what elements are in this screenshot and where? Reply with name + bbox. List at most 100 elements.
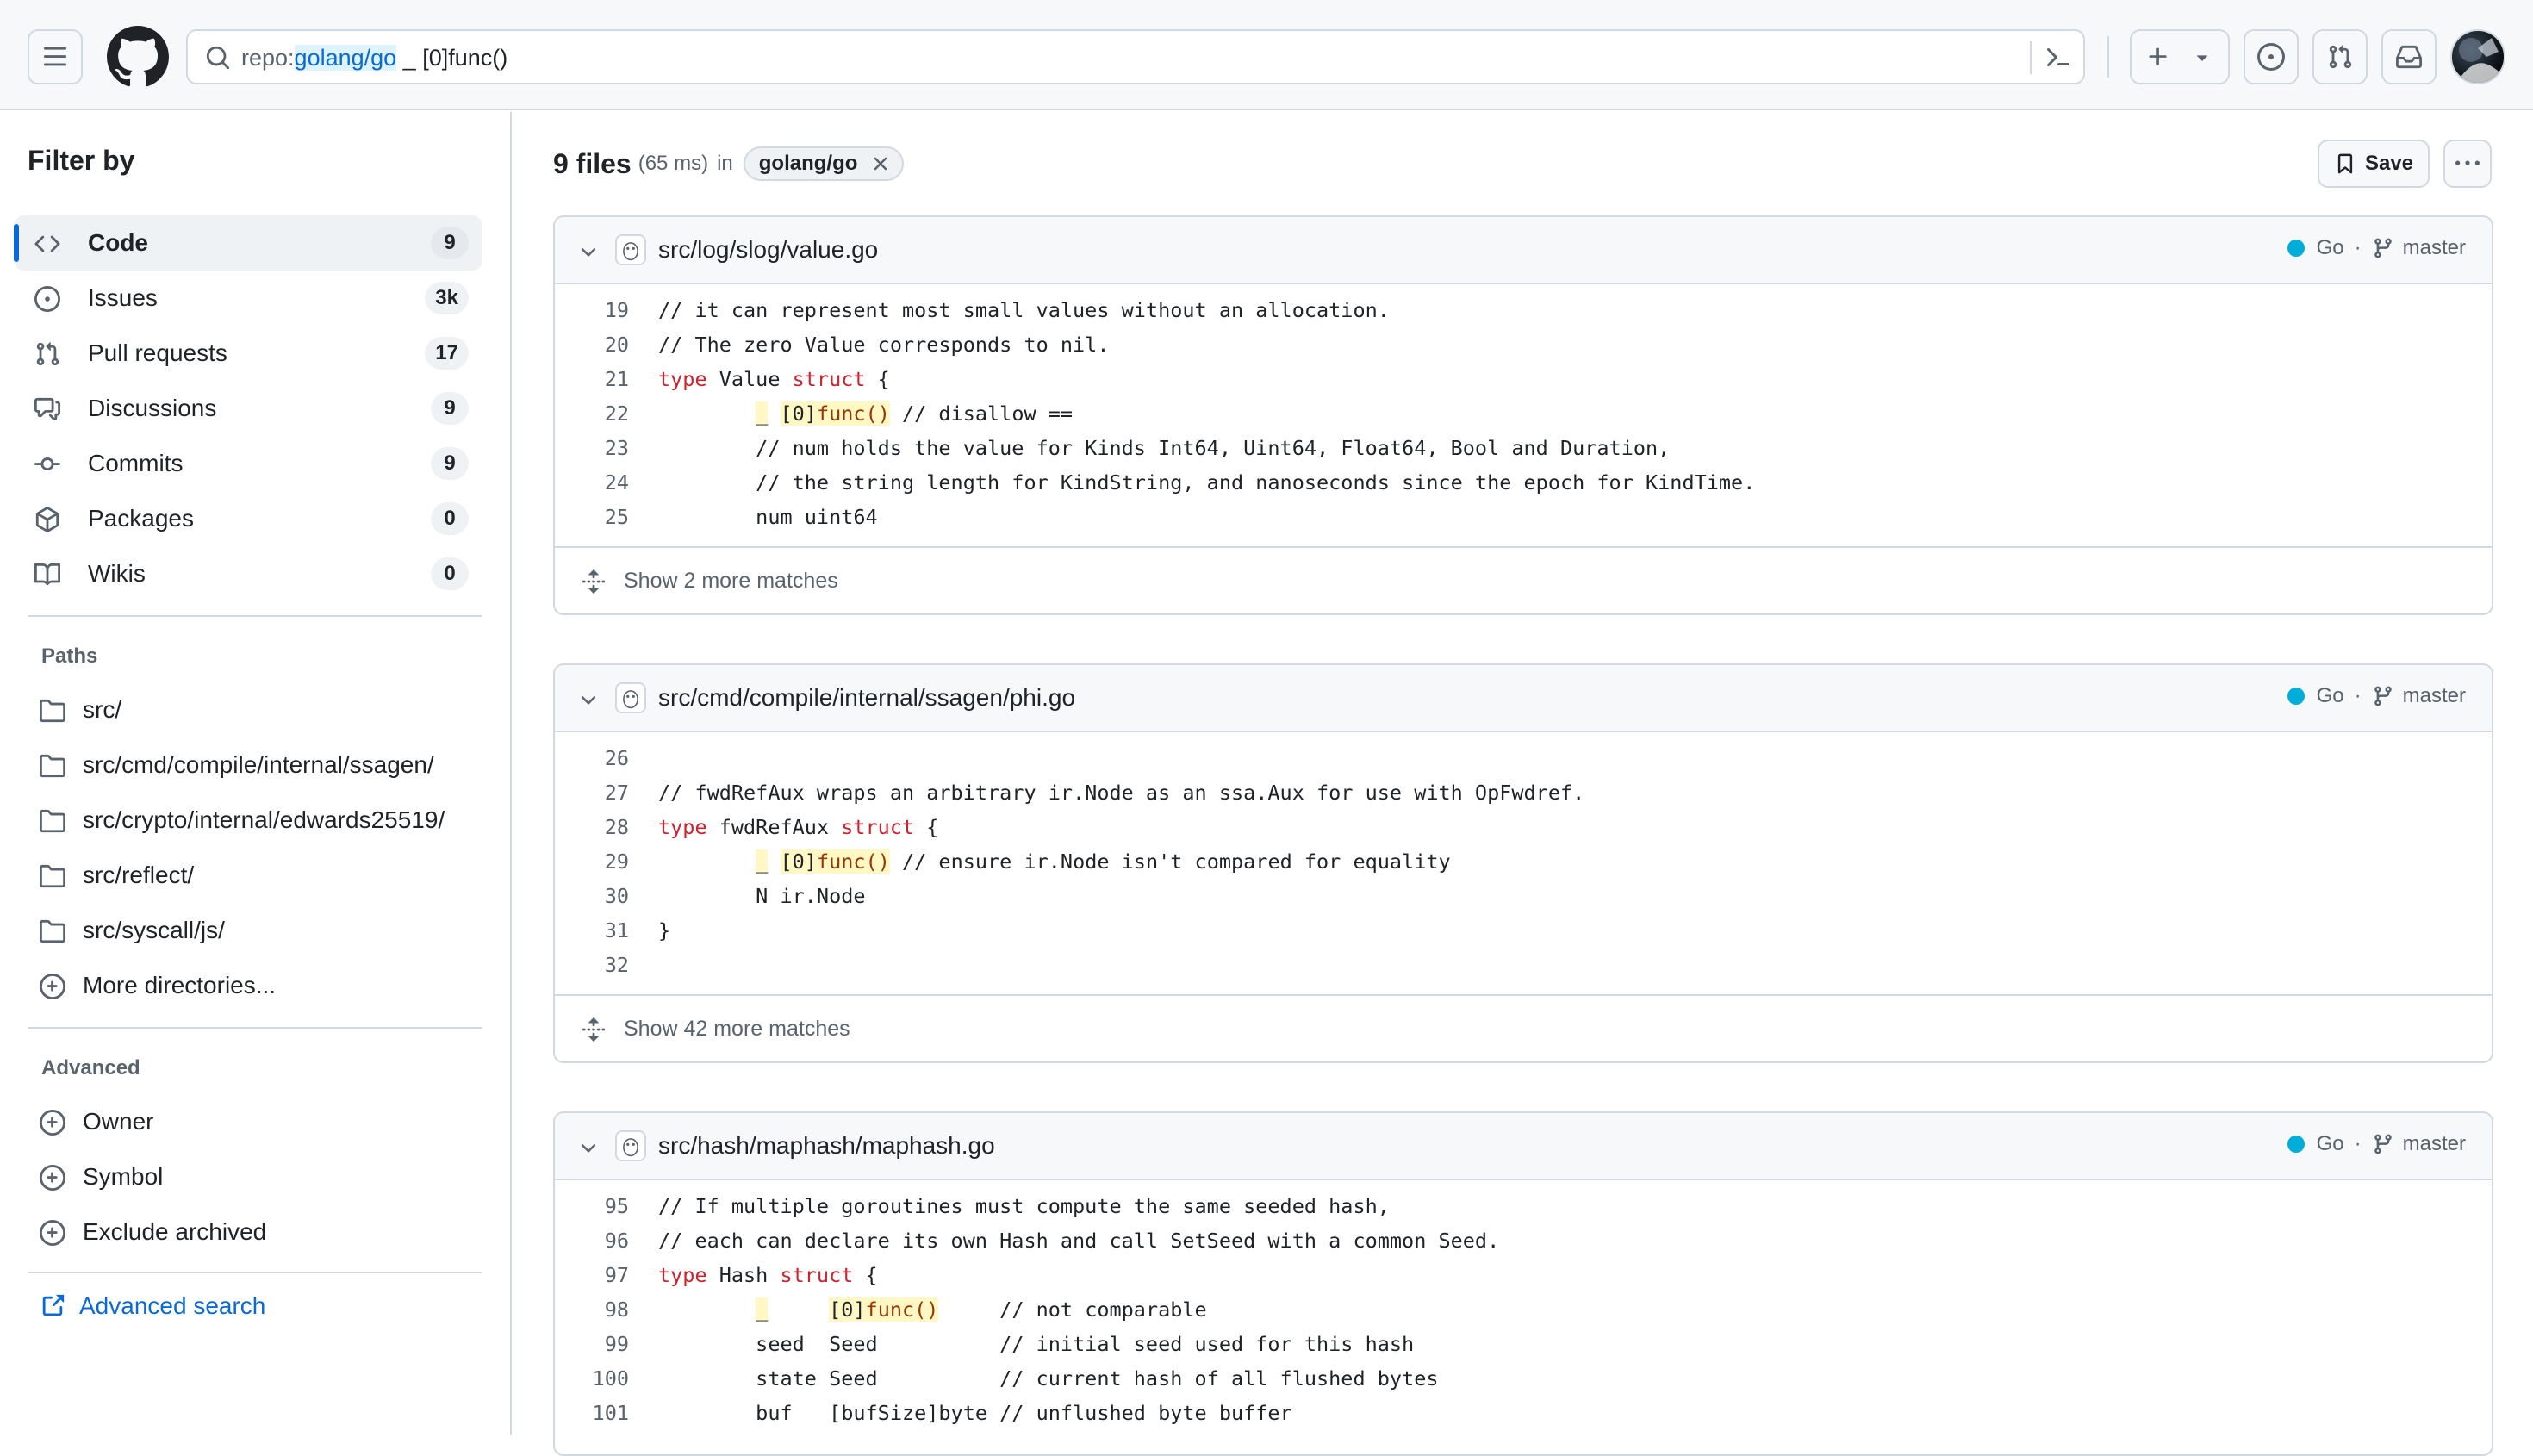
filter-item-issues[interactable]: Issues 3k xyxy=(14,271,482,326)
advanced-search-link[interactable]: Advanced search xyxy=(40,1292,265,1320)
more-options-button[interactable] xyxy=(2443,140,2492,188)
line-number[interactable]: 101 xyxy=(555,1396,629,1430)
search-query[interactable]: repo:golang/go _ [0]func() xyxy=(241,45,507,72)
filter-item-label: Commits xyxy=(88,450,184,476)
repo-filter-chip[interactable]: golang/go xyxy=(743,146,905,181)
advanced-exclude-archived[interactable]: Exclude archived xyxy=(28,1208,482,1256)
path-item[interactable]: src/syscall/js/ xyxy=(28,906,482,955)
line-code: state Seed // current hash of all flushe… xyxy=(658,1366,1439,1391)
filter-item-packages[interactable]: Packages 0 xyxy=(14,491,482,546)
branch-label[interactable]: master xyxy=(2403,684,2466,708)
line-number[interactable]: 23 xyxy=(555,431,629,465)
advanced-owner[interactable]: Owner xyxy=(28,1098,482,1146)
file-path-link[interactable]: src/log/slog/value.go xyxy=(658,236,878,264)
book-icon xyxy=(34,563,60,586)
create-new-button[interactable] xyxy=(2130,29,2230,84)
line-number[interactable]: 22 xyxy=(555,396,629,431)
git-pull-request-icon xyxy=(36,342,59,366)
line-number[interactable]: 99 xyxy=(555,1327,629,1361)
line-number[interactable]: 26 xyxy=(555,741,629,775)
file-path-link[interactable]: src/hash/maphash/maphash.go xyxy=(658,1132,995,1160)
filter-item-code[interactable]: Code 9 xyxy=(14,215,482,271)
results-count: 9 files xyxy=(553,147,632,179)
language-color-icon xyxy=(2287,240,2305,257)
inbox-button[interactable] xyxy=(2381,29,2437,84)
more-directories-button[interactable]: More directories... xyxy=(28,961,482,1010)
advanced-label: Exclude archived xyxy=(83,1218,267,1245)
repo-avatar-icon xyxy=(615,1130,646,1161)
code-snippet: 95 // If multiple goroutines must compute… xyxy=(555,1180,2492,1430)
avatar-image-icon xyxy=(2459,38,2504,83)
line-code: num uint64 xyxy=(658,505,878,529)
issue-opened-icon xyxy=(2257,43,2285,71)
filter-item-discussions[interactable]: Discussions 9 xyxy=(14,381,482,436)
filter-item-wikis[interactable]: Wikis 0 xyxy=(14,546,482,601)
search-terms: _ [0]func() xyxy=(396,45,508,71)
line-number[interactable]: 100 xyxy=(555,1361,629,1396)
filter-item-label: Issues xyxy=(88,284,158,311)
line-number[interactable]: 96 xyxy=(555,1223,629,1258)
results-summary: 9 files (65 ms) in golang/go xyxy=(553,146,905,181)
line-number[interactable]: 29 xyxy=(555,844,629,879)
hamburger-icon xyxy=(43,47,67,66)
pull-requests-button[interactable] xyxy=(2312,29,2368,84)
folder-icon xyxy=(40,809,65,833)
path-item[interactable]: src/crypto/internal/edwards25519/ xyxy=(28,796,482,844)
save-search-button[interactable]: Save xyxy=(2318,140,2430,188)
code-line: 24 // the string length for KindString, … xyxy=(555,465,2492,500)
language-label: Go xyxy=(2316,236,2344,259)
filter-item-pull-requests[interactable]: Pull requests 17 xyxy=(14,326,482,381)
line-number[interactable]: 20 xyxy=(555,327,629,362)
sidebar-divider xyxy=(28,1272,482,1273)
line-code: type fwdRefAux struct { xyxy=(658,815,939,839)
chevron-down-icon[interactable] xyxy=(577,1137,600,1160)
path-item[interactable]: src/ xyxy=(28,686,482,734)
show-more-matches-button[interactable]: Show 2 more matches xyxy=(555,546,2492,613)
line-number[interactable]: 25 xyxy=(555,500,629,534)
repo-filter-label: golang/go xyxy=(758,152,858,175)
search-input[interactable]: repo:golang/go _ [0]func() xyxy=(186,29,2085,84)
sidebar-divider xyxy=(28,615,482,617)
line-number[interactable]: 24 xyxy=(555,465,629,500)
branch-label[interactable]: master xyxy=(2403,1132,2466,1156)
path-item[interactable]: src/cmd/compile/internal/ssagen/ xyxy=(28,741,482,789)
line-number[interactable]: 30 xyxy=(555,879,629,913)
command-palette-icon[interactable] xyxy=(2044,43,2071,71)
search-icon xyxy=(206,46,230,70)
line-number[interactable]: 21 xyxy=(555,362,629,396)
line-number[interactable]: 32 xyxy=(555,948,629,982)
advanced-heading: Advanced xyxy=(41,1056,140,1080)
advanced-symbol[interactable]: Symbol xyxy=(28,1153,482,1201)
code-line: 20 // The zero Value corresponds to nil. xyxy=(555,327,2492,362)
line-number[interactable]: 31 xyxy=(555,913,629,948)
meta-separator: · xyxy=(2354,684,2362,707)
line-number[interactable]: 98 xyxy=(555,1292,629,1327)
filter-item-count: 0 xyxy=(431,502,469,535)
chevron-down-icon[interactable] xyxy=(577,241,600,264)
issues-button[interactable] xyxy=(2244,29,2299,84)
menu-button[interactable] xyxy=(28,29,83,84)
plus-circle-icon xyxy=(40,1165,65,1191)
line-number[interactable]: 27 xyxy=(555,775,629,810)
results-in: in xyxy=(717,152,733,175)
chevron-down-icon[interactable] xyxy=(577,689,600,712)
user-avatar[interactable] xyxy=(2450,29,2505,84)
line-code: type Hash struct { xyxy=(658,1263,878,1287)
branch-label[interactable]: master xyxy=(2403,236,2466,260)
line-number[interactable]: 19 xyxy=(555,293,629,327)
file-path-link[interactable]: src/cmd/compile/internal/ssagen/phi.go xyxy=(658,684,1075,712)
show-more-matches-button[interactable]: Show 42 more matches xyxy=(555,994,2492,1061)
remove-filter-button[interactable] xyxy=(869,152,892,175)
line-number[interactable]: 97 xyxy=(555,1258,629,1292)
search-qualifier-value: golang/go xyxy=(294,45,397,71)
line-number[interactable]: 95 xyxy=(555,1189,629,1223)
path-item[interactable]: src/reflect/ xyxy=(28,851,482,899)
result-card: src/hash/maphash/maphash.go Go · master … xyxy=(553,1111,2493,1456)
filter-item-commits[interactable]: Commits 9 xyxy=(14,436,482,491)
search-qualifier-key: repo: xyxy=(241,45,295,71)
github-logo-icon[interactable] xyxy=(107,26,169,88)
advanced-search-label: Advanced search xyxy=(79,1292,266,1319)
line-number[interactable]: 28 xyxy=(555,810,629,844)
header-divider xyxy=(2107,36,2109,78)
folder-icon xyxy=(40,864,65,888)
